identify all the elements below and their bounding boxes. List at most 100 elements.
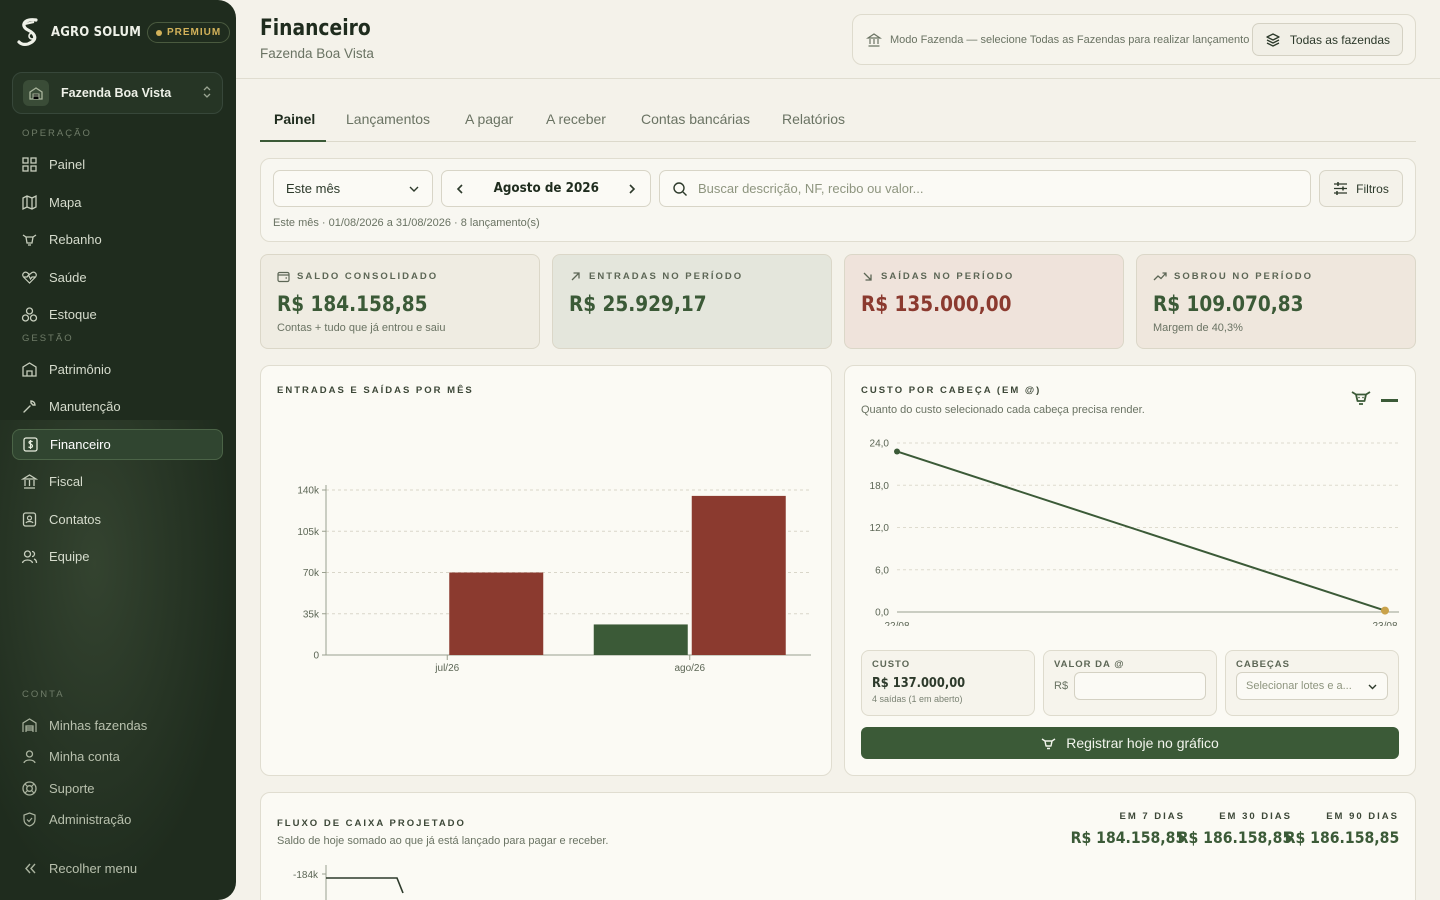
chart-entradas-saidas: ENTRADAS E SAÍDAS POR MÊS 0 35k 70k 105k 140… xyxy=(260,365,832,776)
x-tick-label: 22/08 xyxy=(884,621,909,626)
cattle-icon[interactable] xyxy=(1350,389,1372,407)
heart-icon xyxy=(22,271,37,284)
sidebar-item-financeiro[interactable]: Financeiro xyxy=(12,429,223,460)
sidebar-item-label: Painel xyxy=(49,157,86,172)
x-tick-label: jul/26 xyxy=(434,663,459,674)
data-point xyxy=(1381,606,1389,615)
sidebar-item-painel[interactable]: Painel xyxy=(12,149,223,180)
valor-arroba-label: VALOR DA @ xyxy=(1054,659,1125,670)
arrow-down-right-icon xyxy=(863,272,872,281)
kpi-subtext: Contas + tudo que já entrou e saiu xyxy=(277,322,446,334)
sidebar-item-label: Suporte xyxy=(49,781,95,796)
kpi-value: R$ 109.070,83 xyxy=(1153,292,1304,316)
premium-label: PREMIUM xyxy=(167,27,222,38)
wallet-icon xyxy=(277,271,290,283)
section-label-conta: CONTA xyxy=(22,689,65,700)
sidebar-item-label: Minha conta xyxy=(49,749,120,764)
sidebar-item-rebanho[interactable]: Rebanho xyxy=(12,224,223,255)
projection-90-days: EM 90 DIAS R$ 186.158,85 xyxy=(1269,811,1399,847)
register-today-label: Registrar hoje no gráfico xyxy=(1066,735,1219,751)
farm-mode-text: Modo Fazenda — selecione Todas as Fazend… xyxy=(890,33,1250,46)
period-summary: Este mês · 01/08/2026 a 31/08/2026 · 8 l… xyxy=(273,217,540,229)
sidebar-item-patrimonio[interactable]: Patrimônio xyxy=(12,354,223,385)
sliders-icon xyxy=(1334,182,1348,195)
cash-flow-projection: FLUXO DE CAIXA PROJETADO Saldo de hoje s… xyxy=(260,792,1416,900)
tab-relatorios[interactable]: Relatórios xyxy=(782,111,845,127)
sidebar-item-contatos[interactable]: Contatos xyxy=(12,504,223,535)
filters-button[interactable]: Filtros xyxy=(1319,170,1403,207)
bar xyxy=(691,495,786,655)
farm-selector-label: Fazenda Boa Vista xyxy=(61,86,172,100)
minimize-icon[interactable] xyxy=(1381,398,1399,404)
tab-contas-bancarias[interactable]: Contas bancárias xyxy=(641,111,750,127)
cattle-icon xyxy=(22,234,37,246)
chart-subtitle: Quanto do custo selecionado cada cabeça … xyxy=(861,404,1145,416)
farm-selector[interactable]: Fazenda Boa Vista xyxy=(12,72,223,114)
kpi-label: SALDO CONSOLIDADO xyxy=(297,271,439,282)
sidebar-item-estoque[interactable]: Estoque xyxy=(12,299,223,330)
sidebar-item-label: Manutenção xyxy=(49,399,121,414)
brand-logo-icon xyxy=(17,18,38,46)
tab-painel[interactable]: Painel xyxy=(274,111,315,127)
next-month-button[interactable] xyxy=(626,183,638,195)
sidebar-item-minhas-fazendas[interactable]: Minhas fazendas xyxy=(12,710,223,741)
chart-title: CUSTO POR CABEÇA (EM @) xyxy=(861,385,1042,396)
prev-month-button[interactable] xyxy=(454,183,466,195)
sidebar-item-fiscal[interactable]: Fiscal xyxy=(12,466,223,497)
cabecas-label: CABEÇAS xyxy=(1236,659,1290,670)
sidebar-item-equipe[interactable]: Equipe xyxy=(12,541,223,572)
collapse-menu-button[interactable]: Recolher menu xyxy=(12,853,223,884)
tab-a-receber[interactable]: A receber xyxy=(546,111,606,127)
brand[interactable]: AGRO SOLUM xyxy=(16,16,151,48)
sidebar-item-manutencao[interactable]: Manutenção xyxy=(12,391,223,422)
dollar-icon xyxy=(23,437,38,452)
kpi-entradas: ENTRADAS NO PERÍODO R$ 25.929,17 xyxy=(552,254,832,349)
cabecas-placeholder: Selecionar lotes e a... xyxy=(1246,680,1352,692)
all-farms-button[interactable]: Todas as fazendas xyxy=(1251,23,1403,56)
brand-name: AGRO SOLUM xyxy=(51,24,142,40)
boxes-icon xyxy=(21,307,38,322)
sidebar-item-mapa[interactable]: Mapa xyxy=(12,187,223,218)
search-input[interactable] xyxy=(698,181,1298,196)
sidebar-item-label: Contatos xyxy=(49,512,102,527)
filters-button-label: Filtros xyxy=(1356,181,1389,196)
all-farms-label: Todas as fazendas xyxy=(1289,32,1390,47)
chart-custo-por-cabeca: CUSTO POR CABEÇA (EM @) Quanto do custo … xyxy=(844,365,1416,776)
layers-icon xyxy=(1266,32,1280,47)
y-tick-label: 24,0 xyxy=(870,439,890,450)
bar xyxy=(449,572,544,655)
current-month-label: Agosto de 2026 xyxy=(493,181,599,196)
y-tick-label: 35k xyxy=(303,609,320,620)
sidebar-item-label: Mapa xyxy=(49,195,82,210)
sidebar-item-administracao[interactable]: Administração xyxy=(12,804,223,835)
sidebar-item-label: Saúde xyxy=(49,270,87,285)
sidebar-item-minha-conta[interactable]: Minha conta xyxy=(12,741,223,772)
kpi-saldo-consolidado: SALDO CONSOLIDADO R$ 184.158,85 Contas +… xyxy=(260,254,540,349)
sidebar-item-label: Patrimônio xyxy=(49,362,112,377)
register-today-button[interactable]: Registrar hoje no gráfico xyxy=(861,727,1399,759)
sidebar-item-label: Financeiro xyxy=(50,437,111,452)
tab-lancamentos[interactable]: Lançamentos xyxy=(346,111,430,127)
sidebar-item-suporte[interactable]: Suporte xyxy=(12,773,223,804)
y-tick-label: 12,0 xyxy=(870,523,890,534)
farm-mode-notice: Modo Fazenda — selecione Todas as Fazend… xyxy=(852,14,1416,65)
custo-value: R$ 137.000,00 xyxy=(872,676,966,691)
valor-arroba-input[interactable] xyxy=(1074,672,1206,700)
cabecas-select[interactable]: Selecionar lotes e a... xyxy=(1236,672,1388,700)
building-icon xyxy=(22,362,37,377)
section-label-gestao: GESTÃO xyxy=(22,333,74,344)
kpi-label: SOBROU NO PERÍODO xyxy=(1174,271,1314,282)
search-icon xyxy=(673,181,687,196)
users-icon xyxy=(21,550,38,564)
wrench-icon xyxy=(23,400,36,413)
tab-a-pagar[interactable]: A pagar xyxy=(465,111,513,127)
period-select[interactable]: Este mês xyxy=(273,170,433,207)
sidebar-item-saude[interactable]: Saúde xyxy=(12,262,223,293)
page-title: Financeiro xyxy=(260,16,371,41)
premium-dot-icon xyxy=(156,29,162,36)
projection-series-line xyxy=(326,877,404,894)
kpi-subtext: Margem de 40,3% xyxy=(1153,322,1243,334)
projection-label: EM 90 DIAS xyxy=(1326,811,1399,822)
kpi-label: ENTRADAS NO PERÍODO xyxy=(589,271,744,282)
custo-subtext: 4 saídas (1 em aberto) xyxy=(872,694,963,704)
